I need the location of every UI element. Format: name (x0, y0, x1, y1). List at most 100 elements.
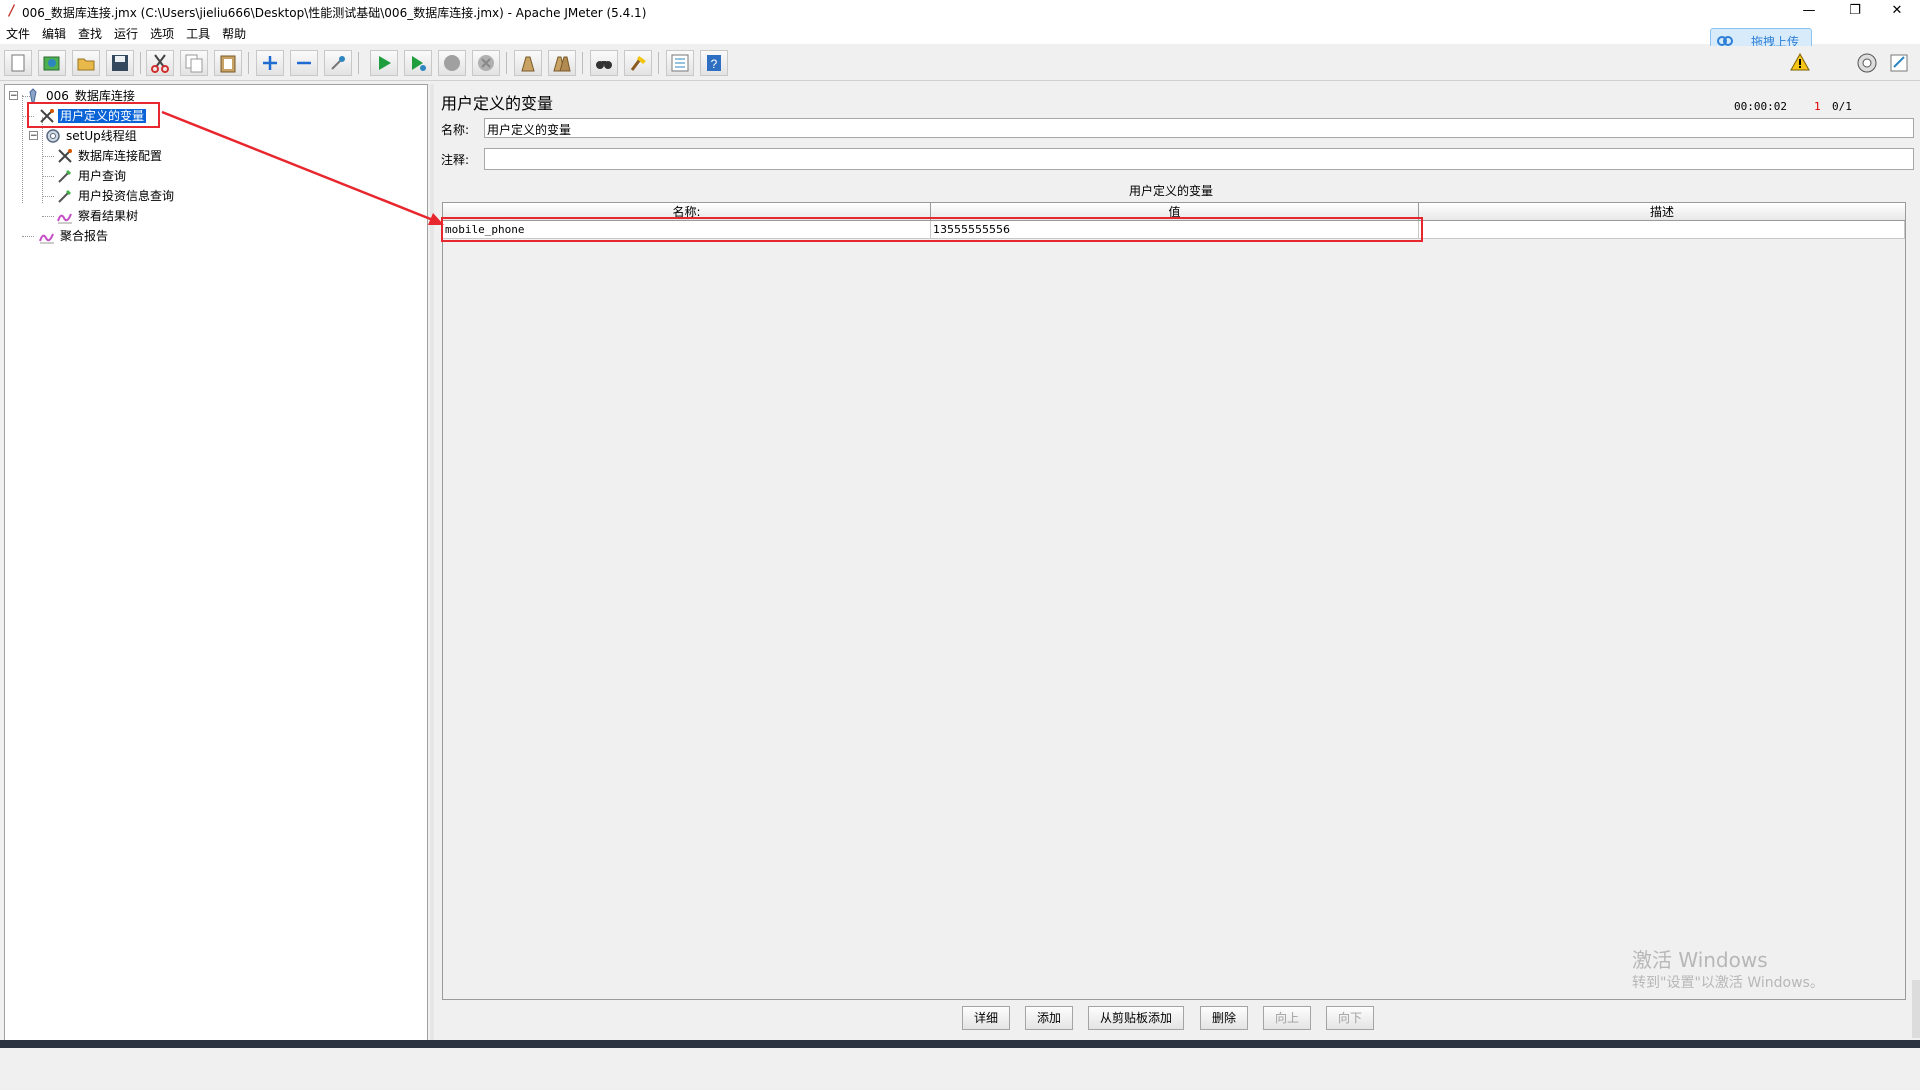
collapse-icon (297, 61, 311, 65)
clear-all-icon (553, 56, 571, 72)
tree-item-aggregate-report[interactable]: 聚合报告 (39, 227, 110, 245)
menu-tools[interactable]: 工具 (180, 22, 216, 42)
jmeter-feather-icon (8, 4, 15, 17)
annotation-highlight-box (441, 217, 1423, 242)
toolbar: ? 00:00:02 1 0/1 (0, 46, 1920, 113)
reset-search-button[interactable] (624, 50, 652, 76)
move-down-button[interactable]: 向下 (1326, 1006, 1374, 1030)
save-button[interactable] (106, 50, 134, 76)
tree-label: setUp线程组 (66, 129, 137, 143)
config-icon (58, 148, 72, 163)
toggle-icon (331, 56, 345, 70)
log-viewer-icon[interactable] (1888, 52, 1910, 74)
expand-icon (263, 56, 277, 70)
open-icon (77, 58, 95, 71)
variables-table: 名称: 值 描述 mobile_phone 13555555556 (441, 202, 1906, 1000)
start-button[interactable] (370, 50, 398, 76)
tree-label: 聚合报告 (60, 229, 109, 243)
tree-label: 数据库连接配置 (78, 149, 163, 163)
menu-help[interactable]: 帮助 (216, 22, 252, 42)
templates-icon (43, 56, 60, 71)
search-icon (596, 61, 612, 69)
tree-item-user-query[interactable]: 用户查询 (57, 167, 128, 185)
expand-all-button[interactable] (256, 50, 284, 76)
test-plan-tree: − 006_数据库连接 用户定义的变量 − setUp线程组 数据库连接配置 用… (4, 84, 428, 1044)
pane-splitter[interactable] (430, 84, 434, 1044)
function-helper-button[interactable] (666, 50, 694, 76)
tree-label: 察看结果树 (78, 209, 139, 223)
listener-icon (39, 233, 54, 243)
tree-collapse-toggle[interactable]: − (29, 131, 38, 141)
comment-field[interactable] (484, 148, 1914, 170)
name-field[interactable]: 用户定义的变量 (484, 118, 1914, 138)
tree-label: 006_数据库连接 (46, 89, 135, 103)
tree-item-setup-thread-group[interactable]: setUp线程组 (45, 127, 139, 145)
menu-options[interactable]: 选项 (144, 22, 180, 42)
move-up-button[interactable]: 向上 (1263, 1006, 1311, 1030)
save-icon (112, 55, 128, 71)
title-bar: 006_数据库连接.jmx (C:\Users\jieliu666\Deskto… (0, 0, 1920, 22)
tree-label: 用户查询 (78, 169, 127, 183)
scrollbar[interactable] (1912, 980, 1920, 1038)
open-button[interactable] (72, 50, 100, 76)
clear-all-button[interactable] (548, 50, 576, 76)
menu-run[interactable]: 运行 (108, 22, 144, 42)
menu-bar: 文件 编辑 查找 运行 选项 工具 帮助 (0, 22, 1920, 44)
copy-icon (185, 54, 203, 73)
activation-watermark-subtitle: 转到"设置"以激活 Windows。 (1632, 975, 1824, 991)
clear-icon (521, 56, 535, 72)
thread-group-icon (46, 128, 60, 143)
menu-file[interactable]: 文件 (0, 22, 36, 42)
shutdown-button[interactable] (472, 50, 500, 76)
tree-item-jdbc-config[interactable]: 数据库连接配置 (57, 147, 164, 165)
svg-text:?: ? (711, 57, 718, 71)
menu-edit[interactable]: 编辑 (36, 22, 72, 42)
search-button[interactable] (590, 50, 618, 76)
minimize-button[interactable]: — (1786, 0, 1832, 22)
cut-icon (151, 54, 169, 73)
help-button[interactable]: ? (700, 50, 728, 76)
start-icon (379, 56, 391, 70)
panel-title: 用户定义的变量 (441, 94, 554, 113)
stop-icon (444, 55, 460, 71)
restore-button[interactable]: ❐ (1832, 0, 1878, 22)
start-no-pauses-button[interactable] (404, 50, 432, 76)
name-label: 名称: (441, 123, 470, 137)
column-header-description[interactable]: 描述 (1419, 203, 1905, 221)
activation-watermark-title: 激活 Windows (1632, 948, 1768, 972)
delete-button[interactable]: 删除 (1200, 1006, 1248, 1030)
help-icon: ? (707, 55, 721, 71)
sampler-icon (58, 189, 71, 203)
warning-icon[interactable] (1790, 52, 1810, 72)
tree-item-investment-query[interactable]: 用户投资信息查询 (57, 187, 176, 205)
add-button[interactable]: 添加 (1025, 1006, 1073, 1030)
tree-item-view-results-tree[interactable]: 察看结果树 (57, 207, 140, 225)
sampler-icon (58, 169, 71, 183)
function-helper-icon (671, 54, 689, 72)
element-editor: 用户定义的变量 名称: 用户定义的变量 注释: 用户定义的变量 名称: 值 描述… (436, 84, 1920, 1044)
clear-button[interactable] (514, 50, 542, 76)
close-button[interactable]: ✕ (1874, 0, 1920, 22)
remote-status-icon (1857, 53, 1877, 73)
annotation-highlight-box (27, 102, 160, 128)
tree-collapse-toggle[interactable]: − (9, 91, 18, 101)
comment-label: 注释: (441, 153, 470, 167)
window-title: 006_数据库连接.jmx (C:\Users\jieliu666\Deskto… (22, 6, 647, 20)
listener-icon (57, 213, 72, 223)
copy-button[interactable] (180, 50, 208, 76)
paste-button[interactable] (214, 50, 242, 76)
detail-button[interactable]: 详细 (962, 1006, 1010, 1030)
new-icon (11, 54, 25, 72)
cut-button[interactable] (146, 50, 174, 76)
templates-button[interactable] (38, 50, 66, 76)
add-from-clipboard-button[interactable]: 从剪贴板添加 (1088, 1006, 1184, 1030)
stop-button[interactable] (438, 50, 466, 76)
tree-label: 用户投资信息查询 (78, 189, 175, 203)
cell-variable-description[interactable] (1419, 221, 1905, 239)
shutdown-icon (478, 55, 494, 71)
collapse-all-button[interactable] (290, 50, 318, 76)
menu-search[interactable]: 查找 (72, 22, 108, 42)
new-button[interactable] (4, 50, 32, 76)
toggle-button[interactable] (324, 50, 352, 76)
taskbar (0, 1040, 1920, 1048)
